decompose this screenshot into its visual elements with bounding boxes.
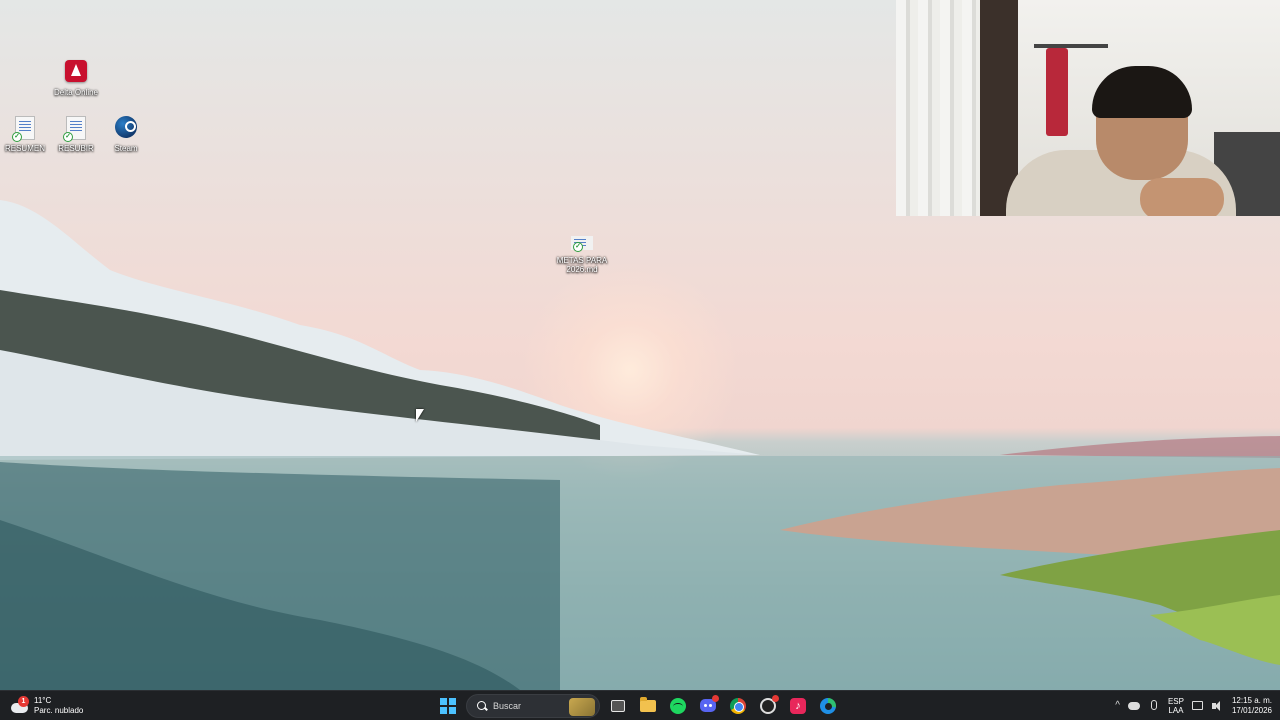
chrome-button[interactable] — [726, 694, 750, 718]
search-highlight-icon — [569, 697, 595, 716]
file-explorer-button[interactable] — [636, 694, 660, 718]
recording-badge — [772, 694, 779, 702]
onedrive-tray[interactable] — [1127, 700, 1140, 712]
windows-start-icon — [440, 697, 456, 714]
onedrive-icon — [1127, 701, 1140, 710]
microphone-tray[interactable] — [1148, 699, 1160, 712]
task-view-icon — [611, 699, 625, 712]
desktop-icon-resubir[interactable]: ✓ RESUBIR — [48, 116, 104, 153]
input-language[interactable]: ESP LAA — [1168, 697, 1184, 715]
cloud-weather-icon: 1 — [10, 696, 30, 716]
microphone-icon — [1150, 699, 1157, 710]
desktop-icon-label: Steam — [114, 144, 138, 153]
discord-button[interactable] — [696, 694, 720, 718]
desktop-icon-resumen[interactable]: ✓ RESUMEN — [0, 116, 53, 153]
webcam-coat-rack — [1034, 44, 1108, 48]
spotify-icon — [670, 697, 686, 714]
webcam-towel — [1046, 48, 1068, 136]
steam-icon — [115, 116, 137, 138]
taskbar-apps: Buscar ♪ — [436, 691, 840, 720]
edge-button[interactable] — [816, 694, 840, 718]
notification-badge — [712, 694, 719, 702]
tiktok-icon: ♪ — [790, 697, 806, 714]
desktop-icon-label: METAS PARA 2026.md — [556, 256, 608, 274]
desktop-icon-label: RESUMEN — [4, 144, 45, 153]
spotify-button[interactable] — [666, 694, 690, 718]
sync-check-icon: ✓ — [63, 132, 73, 142]
language-code: ESP — [1167, 696, 1184, 706]
sync-check-icon: ✓ — [12, 132, 22, 142]
folder-icon — [640, 696, 656, 712]
start-button[interactable] — [436, 694, 460, 718]
weather-badge: 1 — [18, 696, 29, 707]
volume-tray[interactable] — [1211, 700, 1224, 712]
chrome-icon — [730, 697, 746, 714]
clock-time: 12:15 a. m. — [1231, 695, 1272, 705]
obs-button[interactable] — [756, 694, 780, 718]
edge-icon — [820, 697, 836, 714]
desktop-icon-metas-para-2026[interactable]: ✓ METAS PARA 2026.md — [554, 236, 610, 274]
desktop-icon-label: Delta Online — [53, 88, 99, 97]
search-icon — [477, 700, 487, 711]
desktop-icon-delta-online[interactable]: Delta Online — [48, 60, 104, 97]
clock-date: 17/01/2026 — [1231, 705, 1272, 715]
webcam-person-hands — [1140, 178, 1224, 216]
keyboard-layout: LAA — [1168, 705, 1184, 715]
desktop-icon-steam[interactable]: Steam — [98, 116, 154, 153]
search-placeholder: Buscar — [493, 700, 522, 711]
weather-condition: Parc. nublado — [34, 706, 84, 715]
sync-check-icon: ✓ — [573, 242, 583, 252]
task-view-button[interactable] — [606, 694, 630, 718]
clock[interactable]: 12:15 a. m. 17/01/2026 — [1232, 696, 1272, 716]
show-hidden-icons-chevron-icon[interactable]: ^ — [1115, 700, 1120, 711]
mouse-cursor-icon — [416, 409, 424, 422]
weather-widget[interactable]: 1 11°C Parc. nublado — [10, 693, 83, 719]
tiktok-button[interactable]: ♪ — [786, 694, 810, 718]
taskbar-search[interactable]: Buscar — [466, 693, 600, 718]
speaker-icon — [1211, 700, 1224, 712]
weather-temperature: 11°C — [34, 696, 52, 705]
display-tray[interactable] — [1191, 700, 1204, 712]
webcam-overlay — [896, 0, 1280, 216]
delta-online-icon — [65, 60, 87, 82]
display-icon — [1191, 700, 1203, 710]
system-tray: ^ ESP LAA 12:15 a. m. 17/01/2026 — [1115, 691, 1272, 720]
desktop-icon-label: RESUBIR — [58, 144, 94, 153]
webcam-curtain — [896, 0, 986, 216]
taskbar: 1 11°C Parc. nublado Buscar ♪ ^ ESP LAA … — [0, 690, 1280, 720]
